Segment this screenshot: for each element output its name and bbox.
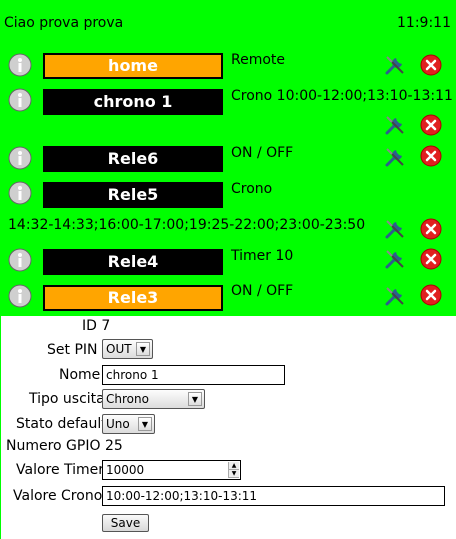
valore-timer-label: Valore Timer	[16, 462, 105, 478]
wrench-screwdriver-icon[interactable]	[383, 145, 407, 169]
wrench-screwdriver-icon[interactable]	[383, 284, 407, 308]
device-status-home: Remote	[231, 52, 286, 68]
stato-default-select[interactable]: Uno ▼	[102, 414, 155, 434]
rele5-schedule: 14:32-14:33;16:00-17:00;19:25-22:00;23:0…	[8, 217, 366, 233]
id-label: ID	[82, 318, 97, 334]
device-button-home[interactable]: home	[43, 53, 223, 79]
set-pin-select[interactable]: OUT ▼	[102, 339, 153, 359]
info-icon[interactable]	[8, 146, 32, 170]
wrench-screwdriver-icon[interactable]	[383, 113, 407, 137]
save-button[interactable]: Save	[102, 514, 149, 532]
delete-icon[interactable]	[420, 218, 442, 240]
info-icon[interactable]	[8, 53, 32, 77]
valore-crono-label: Valore Crono	[13, 488, 103, 504]
device-status-rele6: ON / OFF	[231, 145, 294, 161]
device-status-chrono-1: Crono 10:00-12:00;13:10-13:11	[231, 88, 453, 104]
device-button-rele6[interactable]: Rele6	[43, 146, 223, 172]
chevron-down-icon: ▼	[138, 417, 152, 431]
info-icon[interactable]	[8, 181, 32, 205]
clock: 11:9:11	[397, 15, 451, 31]
nome-input[interactable]: chrono 1	[102, 365, 285, 385]
nome-label: Nome	[59, 367, 101, 383]
delete-icon[interactable]	[420, 248, 442, 270]
device-status-rele4: Timer 10	[231, 248, 294, 264]
device-button-rele4[interactable]: Rele4	[43, 249, 223, 275]
stato-default-label: Stato default	[16, 416, 107, 432]
valore-crono-input[interactable]: 10:00-12:00;13:10-13:11	[102, 486, 445, 506]
device-status-rele3: ON / OFF	[231, 283, 294, 299]
set-pin-value: OUT	[106, 342, 132, 356]
device-status-rele5: Crono	[231, 181, 273, 197]
timer-spinner[interactable]: ▲ ▼	[228, 462, 239, 478]
delete-icon[interactable]	[420, 145, 442, 167]
info-icon[interactable]	[8, 284, 32, 308]
valore-timer-input[interactable]: 10000 ▲ ▼	[102, 460, 241, 480]
delete-icon[interactable]	[420, 114, 442, 136]
device-list-panel: Ciao prova prova 11:9:11 home Remote chr…	[0, 0, 456, 316]
info-icon[interactable]	[8, 88, 32, 112]
delete-icon[interactable]	[420, 54, 442, 76]
wrench-screwdriver-icon[interactable]	[383, 247, 407, 271]
set-pin-label: Set PIN	[47, 342, 98, 358]
device-button-rele5[interactable]: Rele5	[43, 182, 223, 208]
tipo-uscita-value: Chrono	[106, 392, 149, 406]
info-icon[interactable]	[8, 248, 32, 272]
id-field: ID 7	[82, 318, 110, 334]
valore-timer-value: 10000	[106, 463, 145, 477]
tipo-uscita-select[interactable]: Chrono ▼	[102, 389, 205, 409]
spinner-up-icon[interactable]: ▲	[229, 462, 239, 470]
chevron-down-icon: ▼	[136, 342, 150, 356]
device-button-rele3[interactable]: Rele3	[43, 285, 223, 311]
gpio-label: Numero GPIO	[6, 438, 101, 454]
delete-icon[interactable]	[420, 284, 442, 306]
gpio-value: 25	[104, 438, 123, 454]
stato-default-value: Uno	[106, 417, 130, 431]
gpio-field: Numero GPIO 25	[6, 438, 123, 454]
chevron-down-icon: ▼	[188, 392, 202, 406]
spinner-down-icon[interactable]: ▼	[229, 470, 239, 478]
tipo-uscita-label: Tipo uscita	[29, 391, 105, 407]
wrench-screwdriver-icon[interactable]	[383, 217, 407, 241]
wrench-screwdriver-icon[interactable]	[383, 53, 407, 77]
id-value: 7	[101, 318, 111, 334]
device-button-chrono-1[interactable]: chrono 1	[43, 89, 223, 115]
welcome-message: Ciao prova prova	[4, 15, 124, 31]
